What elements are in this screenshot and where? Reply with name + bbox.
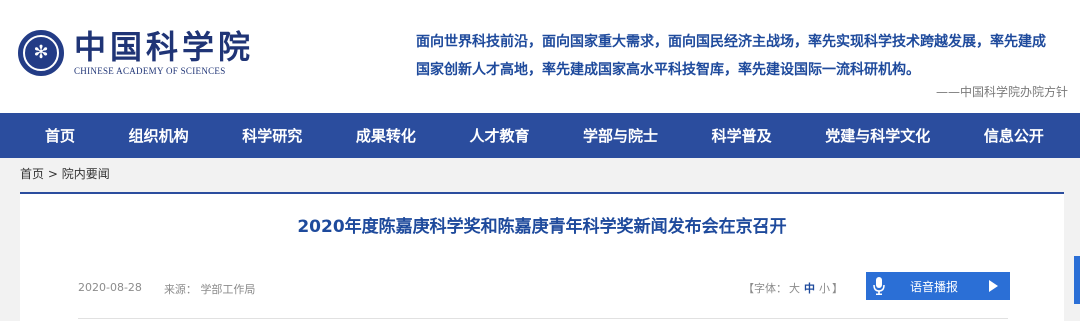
meta-divider — [78, 318, 1008, 319]
nav-item-academicians[interactable]: 学部与院士 — [583, 125, 658, 146]
font-size-suffix: 】 — [832, 282, 843, 295]
article-meta: 2020-08-28 来源： 学部工作局 — [78, 281, 255, 297]
article-panel: 2020年度陈嘉庚科学奖和陈嘉庚青年科学奖新闻发布会在京召开 2020-08-2… — [20, 192, 1064, 321]
nav-item-information[interactable]: 信息公开 — [984, 125, 1044, 146]
font-size-small[interactable]: 小 — [819, 282, 830, 295]
slogan: 面向世界科技前沿，面向国家重大需求，面向国民经济主战场，率先实现科学技术跨越发展… — [416, 28, 1064, 84]
nav-item-organization[interactable]: 组织机构 — [129, 125, 189, 146]
microphone-icon — [866, 272, 892, 300]
breadcrumb: 首页 > 院内要闻 — [0, 158, 1080, 189]
source-label: 来源： — [163, 283, 197, 296]
logo-chinese-text: 中国科学院 — [74, 28, 255, 66]
breadcrumb-home[interactable]: 首页 — [20, 165, 44, 182]
nav-item-research[interactable]: 科学研究 — [242, 125, 302, 146]
side-float-tab[interactable] — [1074, 256, 1080, 304]
slogan-source: ——中国科学院办院方针 — [935, 85, 1068, 99]
audio-broadcast-button[interactable]: 语音播报 — [866, 272, 1010, 300]
font-size-prefix: 【字体： — [743, 282, 787, 295]
site-header: ✻ 中国科学院 CHINESE ACADEMY OF SCIENCES 面向世界… — [0, 0, 1080, 113]
nav-item-achievements[interactable]: 成果转化 — [356, 125, 416, 146]
nav-item-home[interactable]: 首页 — [45, 125, 75, 146]
breadcrumb-separator: > — [44, 166, 62, 181]
breadcrumb-current[interactable]: 院内要闻 — [62, 165, 110, 182]
cas-emblem-icon: ✻ — [18, 29, 64, 76]
audio-broadcast-label: 语音播报 — [910, 279, 959, 294]
slogan-line-2: 国家创新人才高地，率先建成国家高水平科技智库，率先建设国际一流科研机构。 — [416, 62, 920, 78]
article-title: 2020年度陈嘉庚科学奖和陈嘉庚青年科学奖新闻发布会在京召开 — [297, 217, 787, 237]
font-size-medium[interactable]: 中 — [804, 282, 815, 295]
font-size-control: 【字体：大中小】 — [743, 280, 843, 296]
logo-english-text: CHINESE ACADEMY OF SCIENCES — [74, 66, 226, 76]
source-value: 学部工作局 — [200, 283, 256, 296]
article-date: 2020-08-28 — [78, 281, 142, 294]
play-icon — [989, 280, 998, 292]
nav-item-party-culture[interactable]: 党建与科学文化 — [825, 125, 930, 146]
nav-item-education[interactable]: 人才教育 — [469, 125, 529, 146]
main-nav: 首页 组织机构 科学研究 成果转化 人才教育 学部与院士 科学普及 党建与科学文… — [0, 113, 1080, 158]
font-size-large[interactable]: 大 — [789, 282, 800, 295]
article-source: 来源： 学部工作局 — [164, 281, 256, 297]
site-logo[interactable]: ✻ 中国科学院 CHINESE ACADEMY OF SCIENCES — [18, 29, 254, 76]
nav-item-popular-science[interactable]: 科学普及 — [712, 125, 772, 146]
slogan-line-1: 面向世界科技前沿，面向国家重大需求，面向国民经济主战场，率先实现科学技术跨越发展… — [416, 34, 1046, 50]
